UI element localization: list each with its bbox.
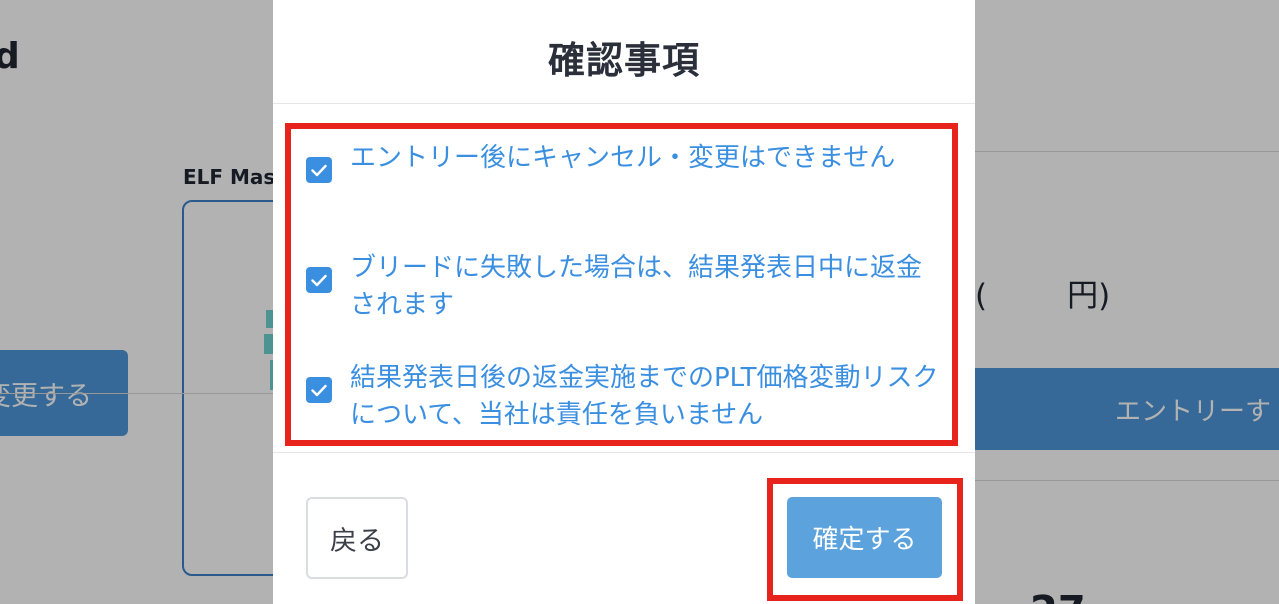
checklist-item-label: エントリー後にキャンセル・変更はできません (350, 143, 896, 173)
checklist-item[interactable]: エントリー後にキャンセル・変更はできません (306, 140, 946, 183)
modal-title: 確認事項 (548, 39, 700, 82)
checkbox[interactable] (306, 377, 332, 403)
checklist-item-label: 結果発表日後の返金実施までのPLT価格変動リスクについて、当社は責任を負いません (350, 363, 939, 430)
checklist-item[interactable]: ブリードに失敗した場合は、結果発表日中に返金されます (306, 250, 946, 324)
checklist-item[interactable]: 結果発表日後の返金実施までのPLT価格変動リスクについて、当社は責任を負いません (306, 360, 946, 434)
confirmation-modal: 確認事項 エントリー後にキャンセル・変更はできません ブリードに失敗した場合は、… (273, 0, 975, 604)
checkmark-icon (311, 274, 327, 286)
divider (273, 103, 975, 104)
checkbox[interactable] (306, 267, 332, 293)
checklist-item-label: ブリードに失敗した場合は、結果発表日中に返金されます (350, 253, 923, 320)
checkbox[interactable] (306, 157, 332, 183)
checkmark-icon (311, 384, 327, 396)
back-button[interactable]: 戻る (306, 497, 408, 579)
checkmark-icon (311, 164, 327, 176)
divider (273, 452, 975, 453)
confirm-button[interactable]: 確定する (787, 497, 942, 578)
